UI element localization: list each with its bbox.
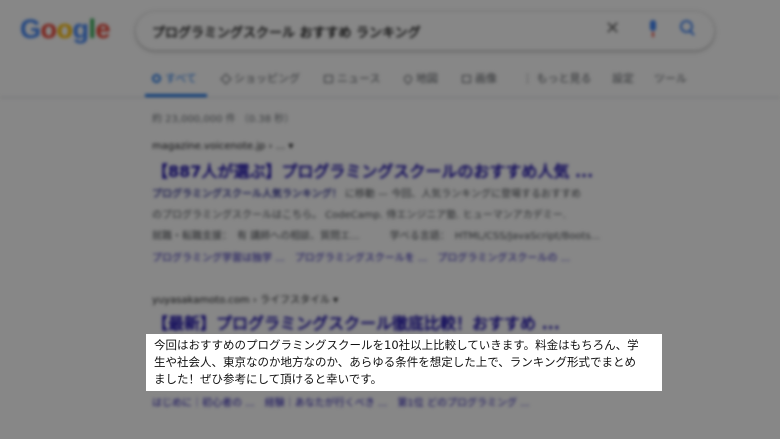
snippet-line-3: ました！ぜひ参考にして頂けると幸いです。 <box>154 372 383 386</box>
highlighted-snippet: 今回はおすすめのプログラミングスクールを10社以上比較していきます。料金はもちろ… <box>146 334 662 391</box>
snippet-line-1: 今回はおすすめのプログラミングスクールを10社以上比較していきます。料金はもちろ… <box>154 338 639 352</box>
snippet-line-2: 生や社会人、東京なのか地方なのか、あらゆる条件を想定した上で、ランキング形式でま… <box>154 355 636 369</box>
